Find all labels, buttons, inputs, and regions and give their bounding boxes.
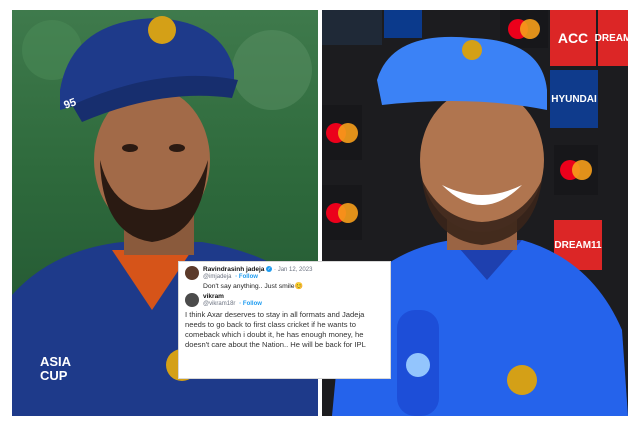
avatar	[185, 266, 199, 280]
reply-text: I think Axar deserves to stay in all for…	[185, 310, 366, 349]
jersey-logo-text: ASIA CUP	[40, 354, 71, 383]
tweet-text: Don't say anything.. Just smile😊	[203, 283, 304, 290]
avatar	[185, 293, 199, 307]
reply-author-handle[interactable]: @vikram18r	[203, 301, 235, 307]
tweet-header: Ravindrasinh jadeja ✓ · Jan 12, 2023 @im…	[185, 266, 384, 280]
verified-badge-icon: ✓	[266, 266, 273, 273]
tweet-date[interactable]: · Jan 12, 2023	[274, 267, 312, 273]
cap-badge-icon	[148, 16, 176, 44]
reply-header: vikram @vikram18r · Follow	[185, 293, 384, 307]
follow-button[interactable]: · Follow	[239, 301, 262, 307]
tweet-author-name[interactable]: Ravindrasinh jadeja	[203, 266, 264, 273]
cap	[377, 36, 547, 110]
jersey-emblem-icon	[507, 365, 537, 395]
reply-author-name[interactable]: vikram	[203, 293, 224, 300]
follow-button[interactable]: · Follow	[235, 274, 258, 280]
tweet-author-handle[interactable]: @imjadeja	[203, 274, 231, 280]
cap-badge-icon	[462, 40, 482, 60]
tweet-card: Ravindrasinh jadeja ✓ · Jan 12, 2023 @im…	[178, 261, 391, 379]
